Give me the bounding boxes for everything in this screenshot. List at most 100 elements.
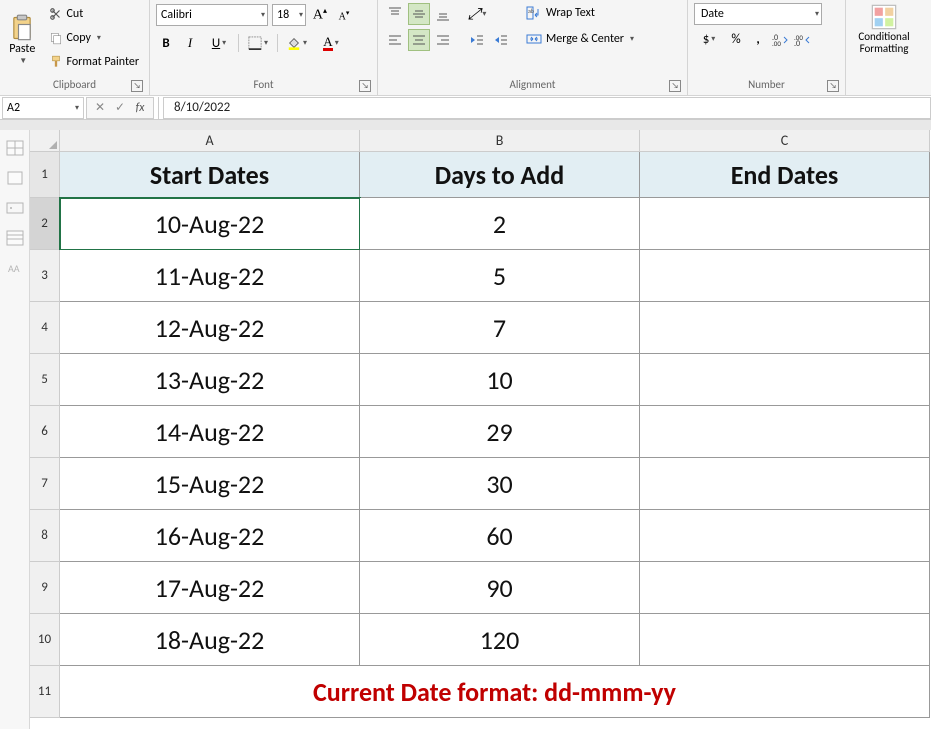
cell-B8[interactable]: 60 (360, 510, 640, 562)
table-row: 412-Aug-227 (30, 302, 931, 354)
italic-button[interactable]: I (180, 33, 200, 53)
cell-C6[interactable] (640, 406, 930, 458)
cut-button[interactable]: Cut (45, 3, 144, 25)
cell-B7[interactable]: 30 (360, 458, 640, 510)
increase-indent-button[interactable] (490, 29, 512, 51)
dialog-launcher-icon[interactable]: ↘ (827, 80, 839, 92)
dialog-launcher-icon[interactable]: ↘ (131, 80, 143, 92)
row-header-7[interactable]: 7 (30, 458, 60, 510)
cell-B6[interactable]: 29 (360, 406, 640, 458)
ruler-icon[interactable]: AA (6, 260, 24, 276)
cell-B5[interactable]: 10 (360, 354, 640, 406)
conditional-formatting-button[interactable]: Conditional Formatting (852, 3, 916, 55)
cell-C5[interactable] (640, 354, 930, 406)
cell-C4[interactable] (640, 302, 930, 354)
cell-C9[interactable] (640, 562, 930, 614)
column-header-B[interactable]: B (360, 130, 640, 152)
cell-C7[interactable] (640, 458, 930, 510)
row-header-1[interactable]: 1 (30, 152, 60, 198)
row-header-4[interactable]: 4 (30, 302, 60, 354)
normal-view-icon[interactable] (6, 230, 24, 246)
align-right-button[interactable] (432, 29, 454, 51)
cell-A7[interactable]: 15-Aug-22 (60, 458, 360, 510)
number-format-select[interactable]: Date▾ (694, 3, 822, 25)
table-header-row: 1 Start Dates Days to Add End Dates (30, 152, 931, 198)
merge-center-button[interactable]: Merge & Center ▾ (522, 29, 638, 49)
row-header-6[interactable]: 6 (30, 406, 60, 458)
fill-color-button[interactable]: ▾ (282, 33, 312, 53)
align-center-button[interactable] (408, 29, 430, 51)
copy-button[interactable]: Copy ▾ (45, 27, 144, 49)
font-color-button[interactable]: A▾ (316, 33, 346, 53)
dialog-launcher-icon[interactable]: ↘ (669, 80, 681, 92)
orientation-button[interactable]: ⤢▾ (466, 3, 488, 25)
cell-C2[interactable] (640, 198, 930, 250)
column-header-A[interactable]: A (60, 130, 360, 152)
cut-label: Cut (67, 7, 84, 21)
insert-function-button[interactable]: fx (131, 101, 149, 115)
column-header-C[interactable]: C (640, 130, 930, 152)
borders-button[interactable]: ▾ (243, 33, 273, 53)
cell-B10[interactable]: 120 (360, 614, 640, 666)
font-name-select[interactable]: Calibri▾ (156, 4, 268, 26)
cell-C10[interactable] (640, 614, 930, 666)
grid[interactable]: A B C 1 Start Dates Days to Add End Date… (30, 130, 931, 729)
cell-C3[interactable] (640, 250, 930, 302)
name-box[interactable]: A2▾ (2, 97, 84, 119)
cell-B2[interactable]: 2 (360, 198, 640, 250)
cell-A1[interactable]: Start Dates (60, 152, 360, 198)
comma-format-button[interactable]: , (748, 29, 768, 49)
paste-button[interactable]: Paste ▼ (6, 3, 39, 77)
decrease-decimal-button[interactable]: .00.0 (792, 29, 812, 49)
dialog-launcher-icon[interactable]: ↘ (359, 80, 371, 92)
row-header-9[interactable]: 9 (30, 562, 60, 614)
row-header-3[interactable]: 3 (30, 250, 60, 302)
align-top-button[interactable] (384, 3, 406, 25)
row-header-note[interactable]: 11 (30, 666, 60, 718)
formula-enter-button[interactable]: ✓ (111, 100, 129, 115)
cell-B9[interactable]: 90 (360, 562, 640, 614)
format-painter-button[interactable]: Format Painter (45, 51, 144, 73)
group-label-number: Number (748, 78, 785, 91)
page-break-icon[interactable] (6, 140, 24, 156)
custom-view-icon[interactable] (6, 200, 24, 216)
row-header-10[interactable]: 10 (30, 614, 60, 666)
bold-button[interactable]: B (156, 33, 176, 53)
cell-B1[interactable]: Days to Add (360, 152, 640, 198)
cell-A6[interactable]: 14-Aug-22 (60, 406, 360, 458)
accounting-format-button[interactable]: $▾ (694, 29, 724, 49)
cell-A2[interactable]: 10-Aug-22 (60, 198, 360, 250)
cell-A8[interactable]: 16-Aug-22 (60, 510, 360, 562)
formula-input[interactable]: 8/10/2022 (163, 97, 931, 119)
copy-label: Copy (67, 31, 91, 45)
underline-button[interactable]: U▾ (204, 33, 234, 53)
wrap-text-button[interactable]: ab Wrap Text (522, 3, 638, 23)
cell-A5[interactable]: 13-Aug-22 (60, 354, 360, 406)
align-bottom-button[interactable] (432, 3, 454, 25)
note-cell[interactable]: Current Date format: dd-mmm-yy (60, 666, 930, 718)
increase-decimal-icon: .0.00 (772, 32, 788, 46)
row-header-2[interactable]: 2 (30, 198, 60, 250)
row-header-8[interactable]: 8 (30, 510, 60, 562)
shrink-font-button[interactable]: A▾ (334, 5, 354, 25)
cell-C8[interactable] (640, 510, 930, 562)
page-layout-icon[interactable] (6, 170, 24, 186)
formula-cancel-button[interactable]: ✕ (91, 100, 109, 115)
align-middle-button[interactable] (408, 3, 430, 25)
grow-font-button[interactable]: A▴ (310, 5, 330, 25)
percent-icon: % (731, 32, 740, 47)
decrease-indent-button[interactable] (466, 29, 488, 51)
cell-A4[interactable]: 12-Aug-22 (60, 302, 360, 354)
cell-A9[interactable]: 17-Aug-22 (60, 562, 360, 614)
row-header-5[interactable]: 5 (30, 354, 60, 406)
increase-decimal-button[interactable]: .0.00 (770, 29, 790, 49)
cell-B4[interactable]: 7 (360, 302, 640, 354)
cell-B3[interactable]: 5 (360, 250, 640, 302)
align-left-button[interactable] (384, 29, 406, 51)
cell-A10[interactable]: 18-Aug-22 (60, 614, 360, 666)
cell-C1[interactable]: End Dates (640, 152, 930, 198)
percent-format-button[interactable]: % (726, 29, 746, 49)
select-all-corner[interactable] (30, 130, 60, 152)
cell-A3[interactable]: 11-Aug-22 (60, 250, 360, 302)
font-size-select[interactable]: 18▾ (272, 4, 306, 26)
